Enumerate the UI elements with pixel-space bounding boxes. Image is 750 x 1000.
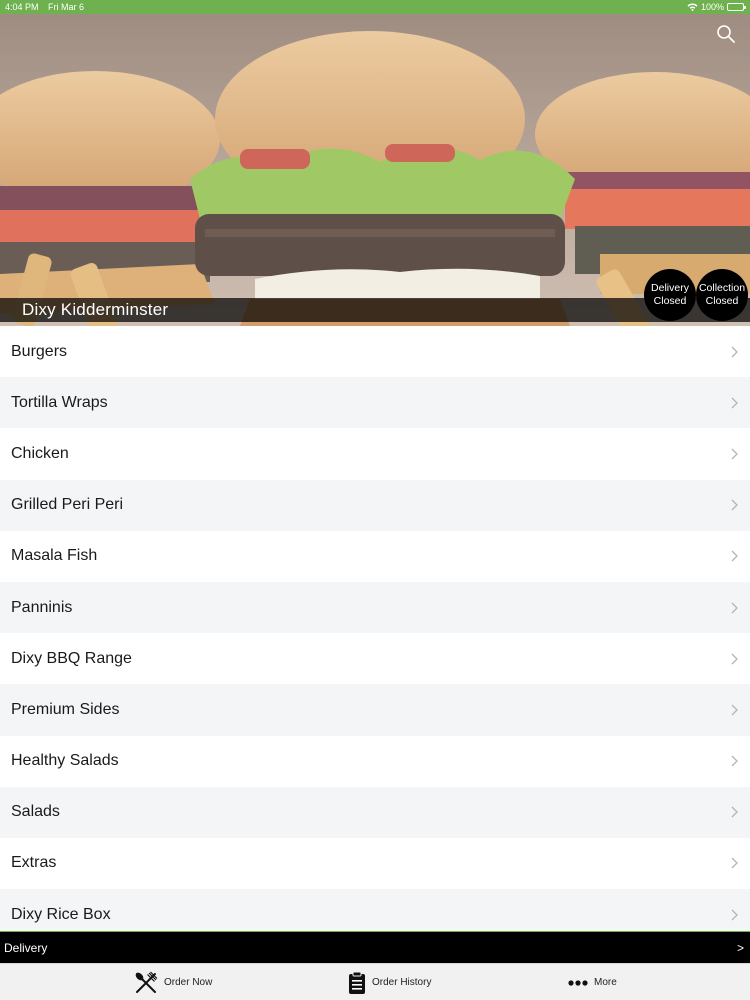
menu-item-label: Panninis — [11, 598, 73, 616]
collection-status-badge: Collection Closed — [696, 269, 748, 321]
menu-item-label: Grilled Peri Peri — [11, 496, 124, 514]
chevron-right-icon — [731, 806, 738, 818]
status-date: Fri Mar 6 — [48, 2, 84, 12]
menu-item-burgers[interactable]: Burgers — [0, 326, 750, 378]
store-name: Dixy Kidderminster — [22, 300, 169, 319]
menu-item-chicken[interactable]: Chicken — [0, 428, 750, 480]
status-right: 100% — [687, 0, 746, 14]
menu-item-label: Tortilla Wraps — [11, 393, 108, 411]
delivery-badge-title: Delivery — [651, 282, 689, 294]
tab-order-now[interactable]: Order Now — [134, 964, 212, 1000]
battery-percent: 100% — [700, 2, 724, 12]
fork-knife-icon — [135, 971, 158, 993]
menu-category-list: Burgers Tortilla Wraps Chicken Grilled P… — [0, 326, 750, 941]
delivery-mode-arrow: > — [736, 941, 744, 955]
chevron-right-icon — [731, 755, 738, 767]
menu-item-label: Dixy Rice Box — [11, 905, 111, 923]
menu-item-premium-sides[interactable]: Premium Sides — [0, 684, 750, 736]
menu-item-panninis[interactable]: Panninis — [0, 581, 750, 634]
collection-badge-title: Collection — [698, 282, 746, 294]
status-bar: 4:04 PM Fri Mar 6 100% — [0, 0, 750, 14]
delivery-badge-status: Closed — [653, 295, 687, 307]
menu-item-label: Premium Sides — [11, 700, 120, 718]
chevron-right-icon — [731, 346, 738, 358]
menu-item-extras[interactable]: Extras — [0, 837, 750, 890]
menu-item-grilled-peri-peri[interactable]: Grilled Peri Peri — [0, 479, 750, 531]
hero-overlay — [0, 14, 750, 326]
menu-item-masala-fish[interactable]: Masala Fish — [0, 530, 750, 582]
tab-order-history[interactable]: Order History — [348, 964, 431, 1000]
chevron-right-icon — [731, 550, 738, 562]
menu-item-label: Salads — [11, 803, 60, 821]
tab-more-label: More — [594, 977, 617, 988]
chevron-right-icon — [731, 397, 738, 409]
delivery-status-badge: Delivery Closed — [644, 269, 696, 321]
menu-item-dixy-bbq-range[interactable]: Dixy BBQ Range — [0, 633, 750, 685]
battery-icon — [727, 3, 746, 11]
chevron-right-icon — [731, 909, 738, 921]
store-title-bar: Dixy Kidderminster — [0, 298, 750, 322]
status-time: 4:04 PM — [5, 2, 39, 12]
menu-item-label: Extras — [11, 854, 57, 872]
tab-order-history-label: Order History — [372, 977, 432, 988]
chevron-right-icon — [731, 602, 738, 613]
collection-badge-status: Closed — [705, 295, 739, 307]
chevron-right-icon — [731, 858, 738, 869]
tab-order-now-label: Order Now — [164, 977, 213, 988]
delivery-mode-bar[interactable]: Delivery > — [0, 931, 750, 963]
menu-item-label: Dixy BBQ Range — [11, 649, 132, 667]
more-dots-icon — [568, 979, 588, 986]
chevron-right-icon — [731, 704, 738, 716]
menu-item-tortilla-wraps[interactable]: Tortilla Wraps — [0, 377, 750, 429]
menu-item-label: Burgers — [11, 342, 68, 360]
tab-more[interactable]: More — [568, 964, 617, 1000]
bottom-tab-bar: Order Now Order History More — [0, 963, 750, 1000]
chevron-right-icon — [731, 448, 738, 460]
menu-item-label: Chicken — [11, 444, 69, 462]
clipboard-icon — [349, 971, 365, 994]
delivery-mode-label: Delivery — [4, 941, 48, 955]
menu-item-healthy-salads[interactable]: Healthy Salads — [0, 735, 750, 787]
menu-item-salads[interactable]: Salads — [0, 786, 750, 838]
hero-banner: Dixy Kidderminster Delivery Closed Colle… — [0, 14, 750, 326]
menu-item-label: Masala Fish — [11, 547, 98, 565]
chevron-right-icon — [731, 653, 738, 665]
wifi-icon — [687, 3, 698, 11]
chevron-right-icon — [731, 499, 738, 511]
search-icon[interactable] — [716, 24, 736, 44]
menu-item-label: Healthy Salads — [11, 752, 119, 770]
